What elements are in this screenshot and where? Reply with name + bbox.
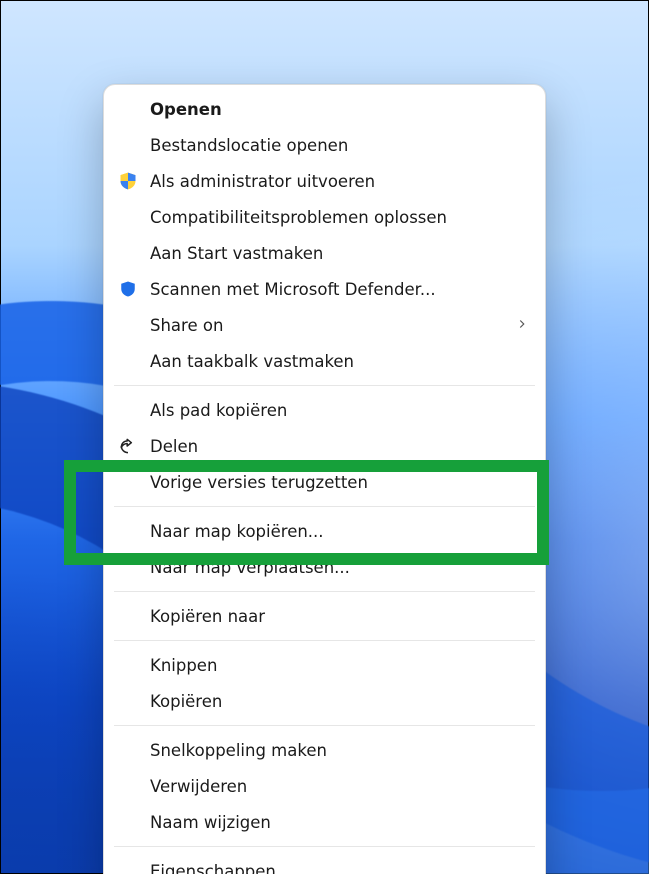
menu-label: Als administrator uitvoeren bbox=[150, 172, 375, 191]
menu-separator bbox=[114, 506, 535, 507]
menu-label: Aan taakbalk vastmaken bbox=[150, 352, 354, 371]
menu-item-troubleshoot-compat[interactable]: Compatibiliteitsproblemen oplossen bbox=[104, 199, 545, 235]
context-menu: Openen Bestandslocatie openen Als admini… bbox=[103, 84, 546, 874]
menu-item-restore-versions[interactable]: Vorige versies terugzetten bbox=[104, 464, 545, 500]
menu-item-copy-to[interactable]: Kopiëren naar bbox=[104, 598, 545, 634]
menu-item-create-shortcut[interactable]: Snelkoppeling maken bbox=[104, 732, 545, 768]
menu-separator bbox=[114, 640, 535, 641]
menu-separator bbox=[114, 725, 535, 726]
menu-label: Bestandslocatie openen bbox=[150, 136, 348, 155]
menu-item-share[interactable]: Delen bbox=[104, 428, 545, 464]
menu-label: Snelkoppeling maken bbox=[150, 741, 327, 760]
menu-item-copy-as-path[interactable]: Als pad kopiëren bbox=[104, 392, 545, 428]
menu-label: Naar map verplaatsen... bbox=[150, 558, 350, 577]
menu-label: Delen bbox=[150, 437, 198, 456]
menu-label: Verwijderen bbox=[150, 777, 247, 796]
menu-item-cut[interactable]: Knippen bbox=[104, 647, 545, 683]
menu-label: Kopiëren bbox=[150, 692, 222, 711]
menu-item-properties[interactable]: Eigenschappen bbox=[104, 853, 545, 874]
menu-item-pin-start[interactable]: Aan Start vastmaken bbox=[104, 235, 545, 271]
uac-shield-icon bbox=[118, 171, 138, 191]
menu-item-defender-scan[interactable]: Scannen met Microsoft Defender... bbox=[104, 271, 545, 307]
menu-item-move-to-folder[interactable]: Naar map verplaatsen... bbox=[104, 549, 545, 585]
menu-label: Naam wijzigen bbox=[150, 813, 271, 832]
menu-item-pin-taskbar[interactable]: Aan taakbalk vastmaken bbox=[104, 343, 545, 379]
menu-label: Openen bbox=[150, 100, 222, 119]
chevron-right-icon bbox=[515, 316, 529, 335]
menu-label: Als pad kopiëren bbox=[150, 401, 287, 420]
defender-shield-icon bbox=[118, 279, 138, 299]
menu-separator bbox=[114, 591, 535, 592]
menu-label: Eigenschappen bbox=[150, 862, 276, 874]
menu-separator bbox=[114, 385, 535, 386]
desktop-background: Openen Bestandslocatie openen Als admini… bbox=[0, 0, 649, 874]
menu-item-copy[interactable]: Kopiëren bbox=[104, 683, 545, 719]
menu-item-open-file-location[interactable]: Bestandslocatie openen bbox=[104, 127, 545, 163]
menu-label: Knippen bbox=[150, 656, 217, 675]
menu-label: Aan Start vastmaken bbox=[150, 244, 323, 263]
menu-item-copy-to-folder[interactable]: Naar map kopiëren... bbox=[104, 513, 545, 549]
menu-label: Scannen met Microsoft Defender... bbox=[150, 280, 436, 299]
menu-item-rename[interactable]: Naam wijzigen bbox=[104, 804, 545, 840]
menu-label: Naar map kopiëren... bbox=[150, 522, 324, 541]
share-icon bbox=[118, 436, 138, 456]
menu-separator bbox=[114, 846, 535, 847]
menu-item-share-on[interactable]: Share on bbox=[104, 307, 545, 343]
menu-item-delete[interactable]: Verwijderen bbox=[104, 768, 545, 804]
menu-label: Share on bbox=[150, 316, 223, 335]
menu-label: Kopiëren naar bbox=[150, 607, 265, 626]
menu-label: Vorige versies terugzetten bbox=[150, 473, 368, 492]
menu-item-open[interactable]: Openen bbox=[104, 91, 545, 127]
menu-item-run-as-admin[interactable]: Als administrator uitvoeren bbox=[104, 163, 545, 199]
menu-label: Compatibiliteitsproblemen oplossen bbox=[150, 208, 447, 227]
